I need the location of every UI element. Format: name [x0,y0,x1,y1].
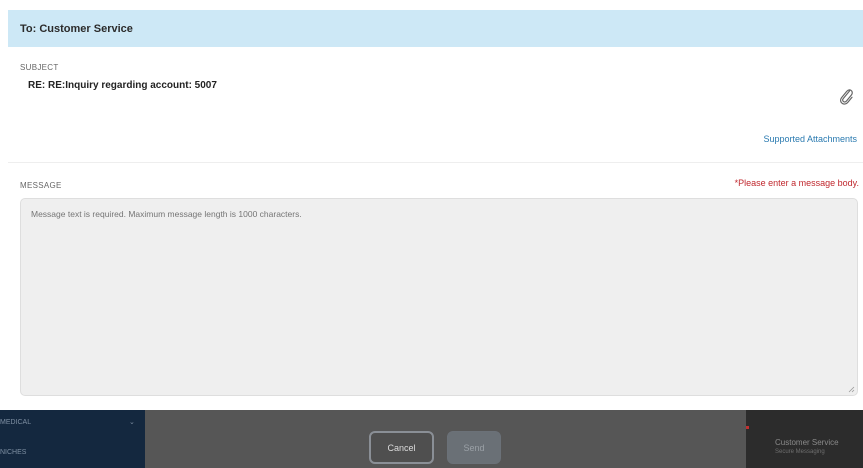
message-body-input[interactable] [20,198,858,396]
subject-label: SUBJECT [20,63,59,72]
recipient-label: To: Customer Service [20,22,133,35]
compose-message-modal: To: Customer Service SUBJECT RE: RE:Inqu… [8,0,863,410]
right-panel-title: Customer Service [775,438,839,447]
notification-dot [746,426,749,429]
background-right-panel: Customer Service Secure Messaging [746,410,863,468]
modal-footer-overlay: MEDICAL ⌄ NICHES Cancel Send Customer Se… [0,410,863,468]
recipient-bar: To: Customer Service [8,10,863,47]
supported-attachments-link[interactable]: Supported Attachments [763,134,857,144]
send-button[interactable]: Send [447,431,501,464]
cancel-button[interactable]: Cancel [369,431,434,464]
nav-item-medical[interactable]: MEDICAL [0,419,31,426]
subject-value: RE: RE:Inquiry regarding account: 5007 [28,80,217,91]
right-panel-subtitle: Secure Messaging [775,449,825,455]
resize-handle-icon[interactable] [847,385,855,393]
section-divider [8,162,863,163]
message-error-text: *Please enter a message body. [734,178,859,188]
chevron-down-icon: ⌄ [129,419,135,426]
nav-item-niches[interactable]: NICHES [0,449,26,456]
message-label: MESSAGE [20,181,62,190]
background-left-nav: MEDICAL ⌄ NICHES [0,410,145,468]
paperclip-icon[interactable] [838,86,854,106]
